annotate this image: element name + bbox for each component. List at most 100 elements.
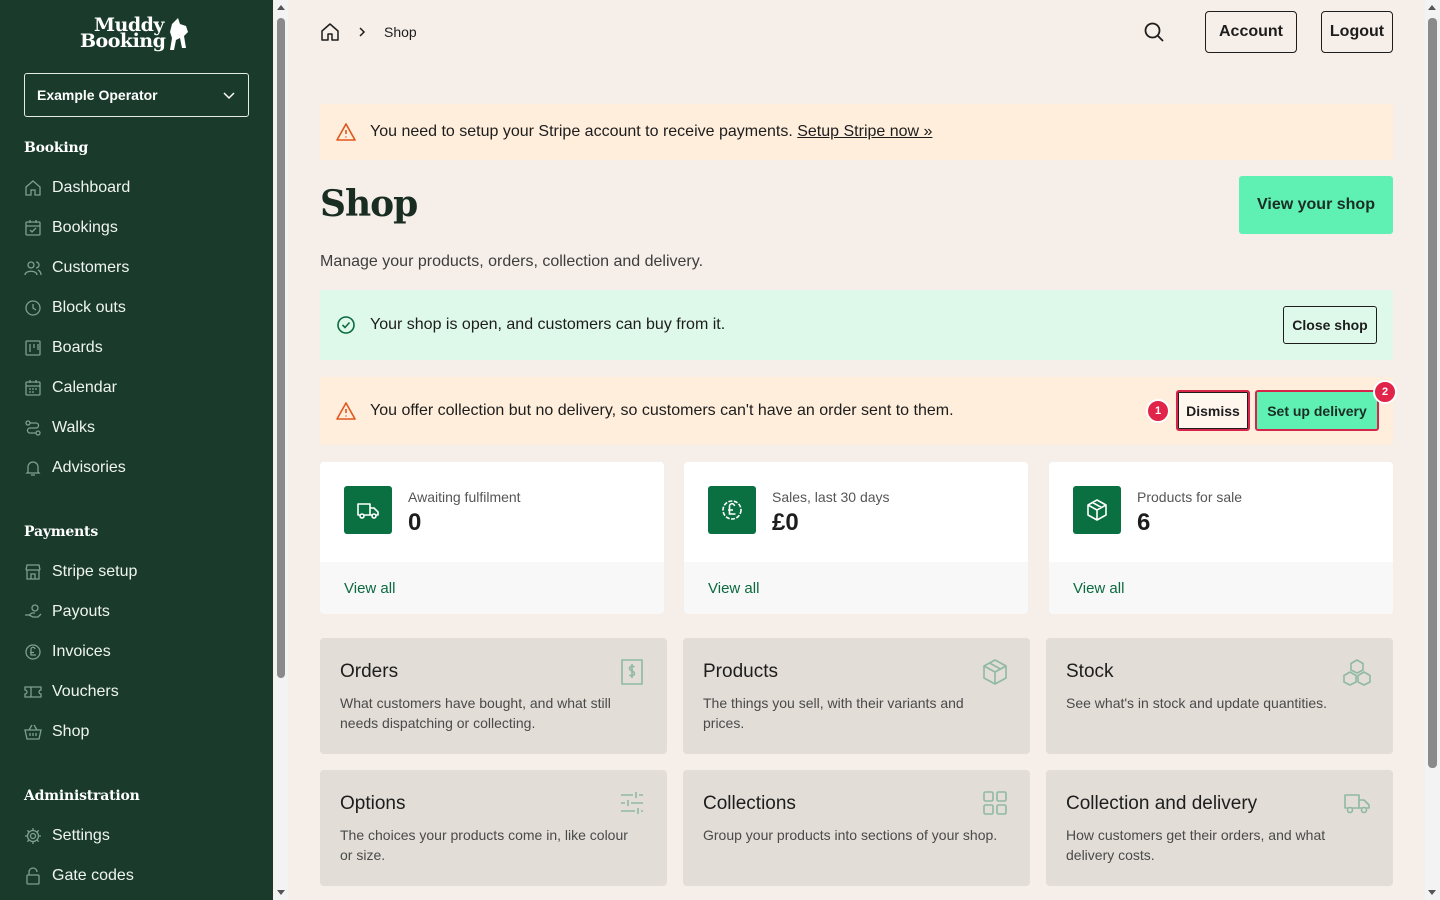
tile-options[interactable]: Options The choices your products come i… xyxy=(320,770,667,886)
sidebar-item-label: Boards xyxy=(52,339,103,356)
sidebar-item-bookings[interactable]: Bookings xyxy=(24,216,254,240)
chevron-down-icon xyxy=(223,92,235,100)
delivery-warning-text: You offer collection but no delivery, so… xyxy=(370,402,954,419)
store-icon xyxy=(25,564,41,580)
calendar-check-icon xyxy=(25,220,41,236)
sidebar-item-block-outs[interactable]: Block outs xyxy=(24,296,254,320)
dog-logo-icon xyxy=(170,18,188,50)
sidebar-item-shop[interactable]: Shop xyxy=(24,720,254,744)
scroll-down-arrow[interactable] xyxy=(1428,890,1436,895)
sidebar-item-label: Gate codes xyxy=(52,867,134,884)
route-icon xyxy=(25,420,41,436)
search-button[interactable] xyxy=(1143,21,1165,48)
sidebar-scrollbar[interactable] xyxy=(274,0,288,900)
clock-icon xyxy=(25,300,41,316)
tile-orders[interactable]: Orders What customers have bought, and w… xyxy=(320,638,667,754)
page-title: Shop xyxy=(320,183,418,225)
sidebar-item-dashboard[interactable]: Dashboard xyxy=(24,176,254,200)
shop-open-alert: Your shop is open, and customers can buy… xyxy=(320,290,1393,360)
sidebar-item-label: Payouts xyxy=(52,603,110,620)
sidebar-item-stripe-setup[interactable]: Stripe setup xyxy=(24,560,254,584)
chevron-right-icon xyxy=(359,27,366,37)
section-title-booking: Booking xyxy=(24,140,89,156)
package-icon xyxy=(983,659,1007,685)
grid-icon xyxy=(983,791,1007,815)
view-shop-button[interactable]: View your shop xyxy=(1239,176,1393,234)
stat-value: 0 xyxy=(408,509,422,536)
lock-icon xyxy=(26,867,40,885)
sidebar: Muddy Booking Example Operator Booking D… xyxy=(0,0,273,900)
section-title-administration: Administration xyxy=(24,788,140,804)
sidebar-item-calendar[interactable]: Calendar xyxy=(24,376,254,400)
sidebar-scrollbar-thumb[interactable] xyxy=(277,18,285,678)
calendar-icon xyxy=(25,380,41,396)
stat-value: £0 xyxy=(772,509,799,536)
sidebar-item-label: Shop xyxy=(52,723,90,740)
sidebar-item-settings[interactable]: Settings xyxy=(24,824,254,848)
set-up-delivery-button[interactable]: Set up delivery xyxy=(1255,390,1379,431)
sidebar-item-walks[interactable]: Walks xyxy=(24,416,254,440)
operator-select[interactable]: Example Operator xyxy=(24,73,249,117)
tile-collection-and-delivery[interactable]: Collection and delivery How customers ge… xyxy=(1046,770,1393,886)
users-icon xyxy=(24,261,42,276)
sidebar-item-customers[interactable]: Customers xyxy=(24,256,254,280)
sidebar-item-label: Vouchers xyxy=(52,683,119,700)
scroll-down-arrow[interactable] xyxy=(277,890,285,895)
view-all-link[interactable]: View all xyxy=(684,562,1028,614)
tile-title: Collection and delivery xyxy=(1066,793,1258,814)
truck-icon xyxy=(344,486,392,534)
stat-value: 6 xyxy=(1137,509,1151,536)
logout-button[interactable]: Logout xyxy=(1321,11,1393,53)
truck-icon xyxy=(1344,794,1370,814)
stat-label: Products for sale xyxy=(1137,489,1243,505)
sliders-icon xyxy=(621,792,643,814)
boxes-icon xyxy=(1343,659,1371,686)
board-icon xyxy=(25,340,41,356)
scroll-up-arrow[interactable] xyxy=(1428,5,1436,10)
sidebar-item-invoices[interactable]: Invoices xyxy=(24,640,254,664)
stat-label: Sales, last 30 days xyxy=(772,489,890,505)
tile-description: The things you sell, with their variants… xyxy=(703,695,964,731)
sidebar-item-advisories[interactable]: Advisories xyxy=(24,456,254,480)
setup-stripe-link[interactable]: Setup Stripe now » xyxy=(797,123,932,140)
sidebar-item-vouchers[interactable]: Vouchers xyxy=(24,680,254,704)
sidebar-item-label: Block outs xyxy=(52,299,126,316)
main-scrollbar[interactable] xyxy=(1425,0,1440,900)
scroll-up-arrow[interactable] xyxy=(277,5,285,10)
brand-logo[interactable]: Muddy Booking xyxy=(80,14,196,54)
check-circle-icon xyxy=(337,316,355,334)
bell-icon xyxy=(25,461,41,476)
account-button[interactable]: Account xyxy=(1205,11,1297,53)
sidebar-item-boards[interactable]: Boards xyxy=(24,336,254,360)
hand-coins-icon xyxy=(25,604,42,618)
annotation-badge-1: 1 xyxy=(1146,399,1170,423)
tile-stock[interactable]: Stock See what's in stock and update qua… xyxy=(1046,638,1393,754)
close-shop-button[interactable]: Close shop xyxy=(1283,306,1377,344)
pound-badge-icon xyxy=(708,486,756,534)
tile-title: Orders xyxy=(340,661,399,682)
operator-select-value: Example Operator xyxy=(37,87,158,103)
sidebar-item-label: Settings xyxy=(52,827,110,844)
tile-description: How customers get their orders, and what… xyxy=(1066,827,1326,863)
pound-circle-icon xyxy=(25,644,41,660)
sidebar-item-gate-codes[interactable]: Gate codes xyxy=(24,864,254,888)
basket-icon xyxy=(24,724,42,740)
stripe-warning-message: You need to setup your Stripe account to… xyxy=(370,123,793,140)
dismiss-button[interactable]: Dismiss xyxy=(1176,390,1250,431)
view-all-link[interactable]: View all xyxy=(320,562,664,614)
stat-label: Awaiting fulfilment xyxy=(408,489,521,505)
gear-icon xyxy=(25,828,41,844)
tile-products[interactable]: Products The things you sell, with their… xyxy=(683,638,1030,754)
tile-title: Products xyxy=(703,661,778,682)
sidebar-item-label: Invoices xyxy=(52,643,111,660)
sidebar-item-payouts[interactable]: Payouts xyxy=(24,600,254,624)
shop-open-text: Your shop is open, and customers can buy… xyxy=(370,316,726,333)
breadcrumb-current: Shop xyxy=(384,24,417,40)
tile-description: See what's in stock and update quantitie… xyxy=(1066,695,1328,711)
sidebar-item-label: Dashboard xyxy=(52,179,131,196)
view-all-link[interactable]: View all xyxy=(1049,562,1393,614)
main-scrollbar-thumb[interactable] xyxy=(1428,18,1437,768)
home-icon[interactable] xyxy=(320,22,340,42)
stat-card-awaiting: Awaiting fulfilment 0 View all xyxy=(320,462,664,614)
tile-collections[interactable]: Collections Group your products into sec… xyxy=(683,770,1030,886)
